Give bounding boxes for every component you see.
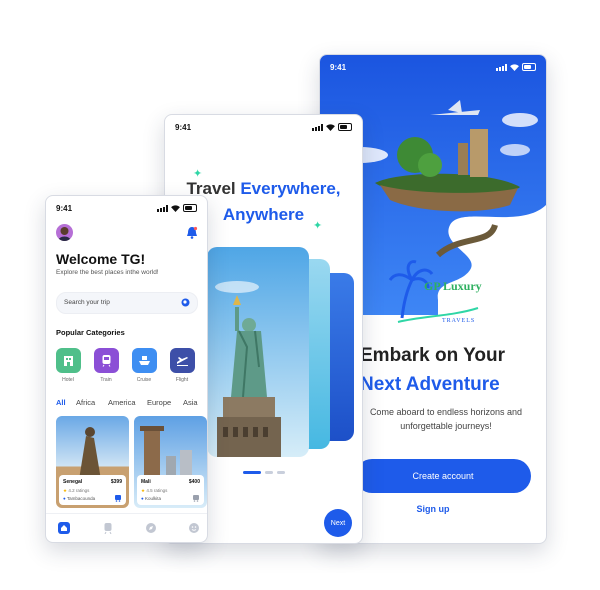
tab-america[interactable]: America [108,398,136,407]
signal-icon [157,204,168,212]
place-card-mali[interactable]: Mali $400 ★ 4.5 ratings ● Koulkita [134,416,207,508]
page-indicator [243,471,285,474]
description: Come aboard to endless horizons and unfo… [369,407,523,431]
status-bar: 9:41 [320,55,546,77]
place-rating: ★ 4.5 ratings [141,488,168,493]
tab-africa[interactable]: Africa [76,398,95,407]
filter-icon[interactable] [181,298,190,307]
welcome-subtitle: Explore the best places inthe world! [56,269,159,276]
category-hotel[interactable] [56,348,81,373]
bottom-navigation [46,513,207,542]
tab-all[interactable]: All [56,398,66,407]
profile-nav-icon[interactable] [188,522,200,534]
title-line-1: Embark on Your [360,345,505,366]
wifi-icon [171,204,180,212]
create-account-button[interactable]: Create account [355,459,531,493]
status-bar: 9:41 [165,115,362,137]
flight-icon [177,357,188,366]
place-name: Mali [141,479,151,485]
wifi-icon [326,123,335,131]
search-input[interactable]: Search your trip [56,292,198,314]
place-price: $400 [188,479,200,485]
statue-of-liberty-image [215,281,281,457]
place-price: $399 [110,479,122,485]
home-screen: 9:41 Welcome TG! Explore the best places… [45,195,208,543]
location-pin-icon: ● [63,496,66,501]
notification-bell-icon[interactable] [186,226,198,239]
popular-categories-title: Popular Categories [56,328,125,337]
svg-text:GP Luxury: GP Luxury [424,279,482,293]
place-rating: ★ 4.2 ratings [63,488,90,493]
tab-europe[interactable]: Europe [147,398,171,407]
category-cruise[interactable] [132,348,157,373]
category-label-hotel: Hotel [62,377,74,383]
avatar[interactable] [56,224,73,241]
status-time: 9:41 [56,204,73,213]
category-label-cruise: Cruise [136,377,152,383]
status-bar: 9:41 [46,196,207,218]
category-label-train: Train [100,377,112,383]
star-icon: ★ [63,488,68,493]
title-line-2: Next Adventure [360,374,500,395]
signal-icon [496,63,507,71]
signal-icon [312,123,323,131]
svg-text:TRAVELS: TRAVELS [442,318,475,324]
bus-icon [115,495,121,502]
next-button[interactable]: Next [324,509,352,537]
status-time: 9:41 [330,63,347,72]
category-flight[interactable] [170,348,195,373]
explore-nav-icon[interactable] [145,522,157,534]
battery-icon [522,63,536,71]
battery-icon [183,204,197,212]
place-name: Senegal [63,479,83,485]
place-card-senegal[interactable]: Senegal $399 ★ 4.2 ratings ● Tambacounda [56,416,129,508]
category-train[interactable] [94,348,119,373]
location-pin-icon: ● [141,496,144,501]
place-location: ● Tambacounda [63,496,96,501]
train-icon [102,355,111,367]
place-info: Senegal $399 ★ 4.2 ratings ● Tambacounda [59,475,126,505]
train-nav-icon[interactable] [102,522,114,534]
brand-logo: GP Luxury TRAVELS [388,260,482,324]
wifi-icon [510,63,519,71]
category-label-flight: Flight [175,377,189,383]
status-time: 9:41 [175,123,192,132]
star-icon: ★ [141,488,146,493]
bus-icon [193,495,199,502]
place-location: ● Koulkita [141,496,161,501]
battery-icon [338,123,352,131]
place-info: Mali $400 ★ 4.5 ratings ● Koulkita [137,475,204,505]
search-placeholder: Search your trip [64,299,110,306]
home-nav-icon[interactable] [58,522,70,534]
hotel-icon [64,356,73,366]
cruise-icon [139,356,150,365]
welcome-heading: Welcome TG! [56,251,146,267]
carousel-card-statue-of-liberty[interactable] [207,247,309,457]
tab-asia[interactable]: Asia [183,398,198,407]
